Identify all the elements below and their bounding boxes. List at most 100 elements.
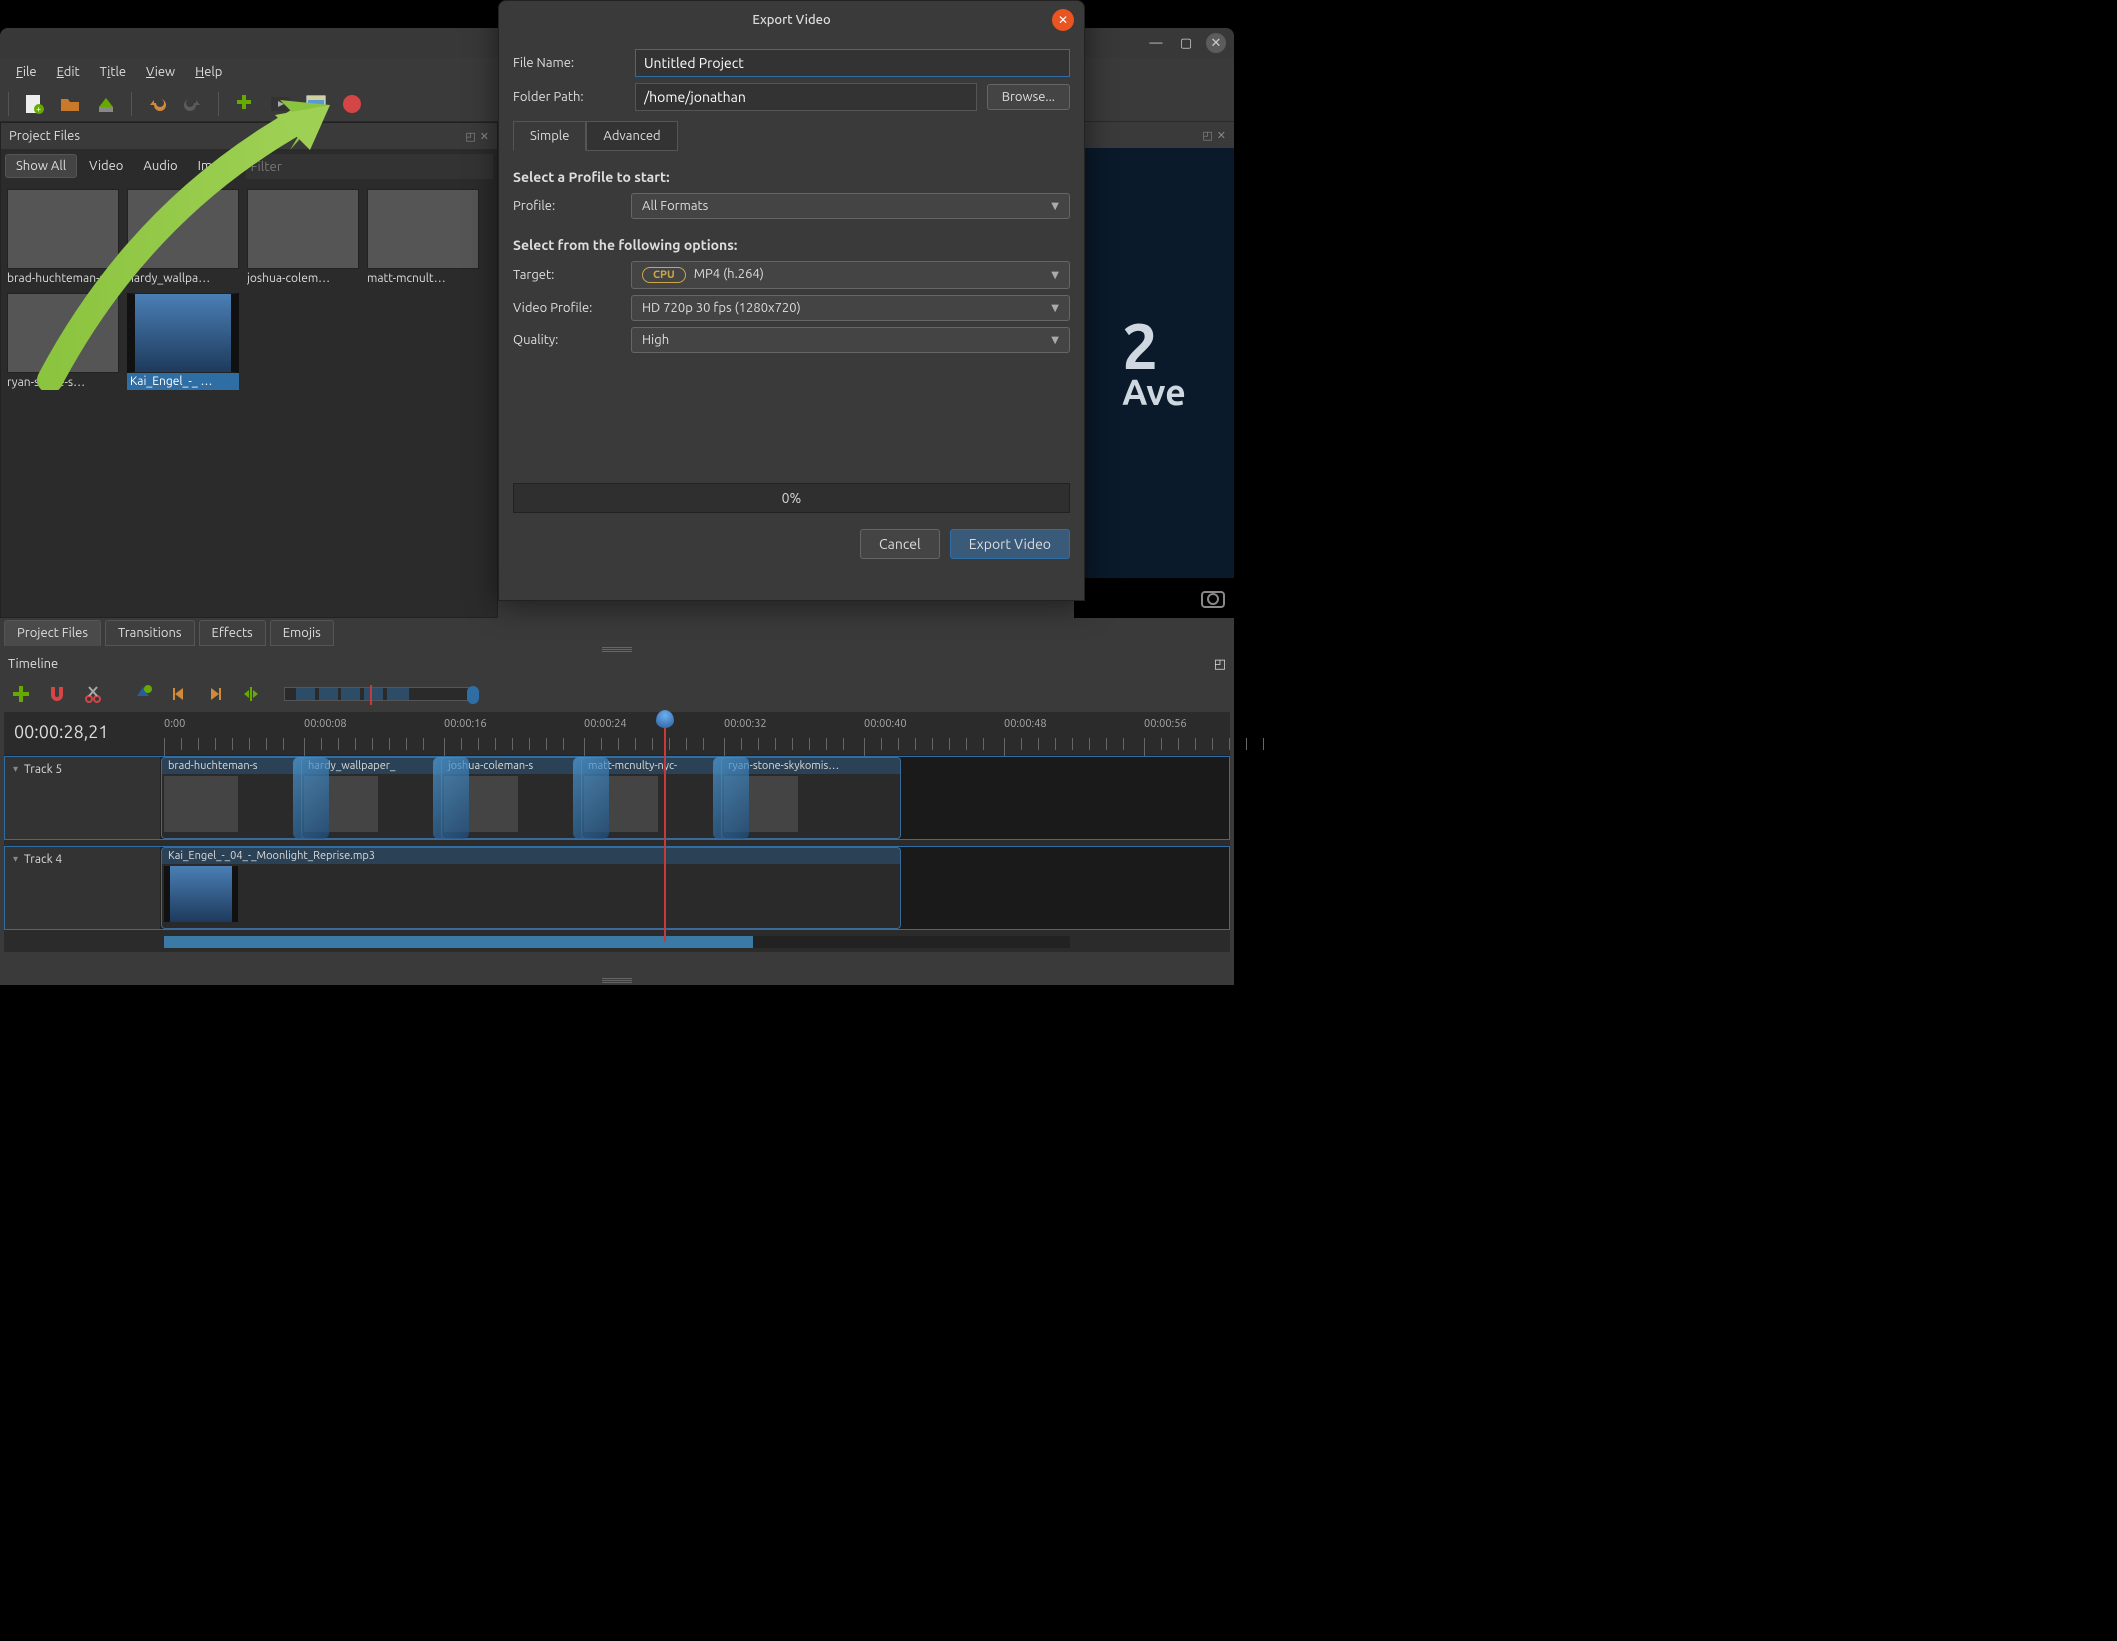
svg-text:+: + <box>36 104 41 114</box>
maximize-button[interactable]: ▢ <box>1176 33 1196 53</box>
menu-help[interactable]: Help <box>187 61 230 83</box>
transition[interactable] <box>293 757 329 839</box>
project-file-item[interactable]: joshua-colem… <box>247 189 359 285</box>
filter-video[interactable]: Video <box>81 155 131 177</box>
menu-view[interactable]: View <box>138 61 183 83</box>
export-video-icon[interactable] <box>341 93 363 115</box>
window-close-button[interactable]: ✕ <box>1206 33 1226 53</box>
video-clip[interactable]: brad-huchteman-s <box>161 757 311 839</box>
add-track-icon[interactable] <box>10 683 32 705</box>
save-project-icon[interactable] <box>95 93 117 115</box>
profile-label: Profile: <box>513 199 631 213</box>
timeline-scrollbar[interactable] <box>164 936 1070 948</box>
timeline-toolbar <box>0 676 1234 712</box>
target-label: Target: <box>513 268 631 282</box>
dialog-title: Export Video <box>752 13 830 27</box>
minimize-button[interactable]: — <box>1146 33 1166 53</box>
tab-effects[interactable]: Effects <box>199 620 266 646</box>
project-file-item[interactable]: ryan-stone-s… <box>7 293 119 390</box>
timeline-splitter[interactable] <box>597 977 637 983</box>
filter-input[interactable] <box>246 154 493 179</box>
video-profile-select[interactable]: HD 720p 30 fps (1280x720)▼ <box>631 295 1070 321</box>
project-file-item[interactable]: brad-huchteman-s... <box>7 189 119 285</box>
menu-file[interactable]: File <box>8 61 45 83</box>
tab-advanced[interactable]: Advanced <box>586 121 677 151</box>
panel-undock-icon[interactable]: ◰ <box>465 130 475 143</box>
project-file-item[interactable]: matt-mcnult… <box>367 189 479 285</box>
tab-transitions[interactable]: Transitions <box>105 620 195 646</box>
prev-marker-icon[interactable] <box>168 683 190 705</box>
next-marker-icon[interactable] <box>204 683 226 705</box>
panel-tabstrip: Project Files Transitions Effects Emojis <box>0 618 498 648</box>
dialog-close-button[interactable]: ✕ <box>1052 9 1074 31</box>
redo-icon[interactable] <box>182 93 204 115</box>
project-file-item[interactable]: hardy_wallpa… <box>127 189 239 285</box>
razor-icon[interactable] <box>82 683 104 705</box>
tab-project-files[interactable]: Project Files <box>4 620 101 646</box>
transition[interactable] <box>713 757 749 839</box>
filter-audio[interactable]: Audio <box>135 155 185 177</box>
new-project-icon[interactable]: + <box>23 93 45 115</box>
transition[interactable] <box>433 757 469 839</box>
thumbnail-image <box>7 293 119 373</box>
menu-title[interactable]: Title <box>92 61 134 83</box>
timeline-title: Timeline <box>8 657 58 671</box>
track-4-content[interactable]: Kai_Engel_-_04_-_Moonlight_Reprise.mp3 <box>161 847 1229 929</box>
thumbnail-caption: ryan-stone-s… <box>7 373 119 389</box>
track-4: ▾Track 4 Kai_Engel_-_04_-_Moonlight_Repr… <box>4 846 1230 930</box>
time-tick-label: 00:00:48 <box>1004 718 1047 730</box>
track-5-label[interactable]: ▾Track 5 <box>5 757 161 839</box>
track-4-label[interactable]: ▾Track 4 <box>5 847 161 929</box>
cancel-button[interactable]: Cancel <box>860 529 940 559</box>
file-name-input[interactable] <box>635 49 1070 77</box>
snap-icon[interactable] <box>46 683 68 705</box>
playhead[interactable] <box>664 712 666 942</box>
panel-close-icon[interactable]: ✕ <box>480 130 489 143</box>
tab-emojis[interactable]: Emojis <box>270 620 334 646</box>
thumbnail-image <box>7 189 119 269</box>
time-tick-label: 00:00:32 <box>724 718 767 730</box>
time-ruler[interactable]: 00:00:28,21 0:0000:00:0800:00:1600:00:24… <box>4 712 1230 756</box>
open-project-icon[interactable] <box>59 93 81 115</box>
time-tick-label: 00:00:08 <box>304 718 347 730</box>
export-video-dialog: Export Video ✕ File Name: Folder Path: B… <box>498 0 1085 601</box>
project-files-filterbar: Show All Video Audio Image <box>1 149 497 183</box>
fullscreen-icon[interactable] <box>305 93 327 115</box>
menu-edit[interactable]: Edit <box>49 61 88 83</box>
chevron-down-icon[interactable]: ▾ <box>13 853 18 865</box>
folder-path-input[interactable] <box>635 83 977 111</box>
browse-button[interactable]: Browse... <box>987 84 1070 110</box>
profile-select[interactable]: All Formats▼ <box>631 193 1070 219</box>
preview-undock-icon[interactable]: ◰ <box>1202 129 1212 142</box>
file-name-label: File Name: <box>513 56 625 70</box>
options-section-title: Select from the following options: <box>513 237 1070 253</box>
undo-icon[interactable] <box>146 93 168 115</box>
filter-image[interactable]: Image <box>190 155 242 177</box>
project-file-item[interactable]: Kai_Engel_-_ … <box>127 293 239 390</box>
thumbnail-image <box>247 189 359 269</box>
tab-simple[interactable]: Simple <box>513 121 586 151</box>
choose-profile-icon[interactable] <box>269 93 291 115</box>
audio-thumb <box>164 866 238 922</box>
audio-clip[interactable]: Kai_Engel_-_04_-_Moonlight_Reprise.mp3 <box>161 847 901 929</box>
chevron-down-icon: ▼ <box>1051 269 1059 281</box>
chevron-down-icon: ▼ <box>1051 334 1059 346</box>
preview-viewport[interactable]: 2Ave <box>1074 148 1234 578</box>
time-tick-label: 00:00:40 <box>864 718 907 730</box>
transition[interactable] <box>573 757 609 839</box>
track-5-content[interactable]: brad-huchteman-shardy_wallpaper_joshua-c… <box>161 757 1229 839</box>
thumbnail-caption: hardy_wallpa… <box>127 269 239 285</box>
filter-show-all[interactable]: Show All <box>5 154 77 178</box>
project-files-title: Project Files <box>9 129 80 143</box>
preview-close-icon[interactable]: ✕ <box>1217 129 1226 142</box>
import-files-icon[interactable] <box>233 93 255 115</box>
timeline-undock-icon[interactable]: ◰ <box>1214 657 1226 671</box>
add-marker-icon[interactable] <box>132 683 154 705</box>
zoom-slider[interactable] <box>284 687 474 701</box>
chevron-down-icon[interactable]: ▾ <box>13 763 18 775</box>
export-video-button[interactable]: Export Video <box>950 529 1070 559</box>
center-playhead-icon[interactable] <box>240 683 262 705</box>
target-select[interactable]: CPUMP4 (h.264)▼ <box>631 261 1070 289</box>
camera-icon[interactable] <box>1200 587 1226 612</box>
quality-select[interactable]: High▼ <box>631 327 1070 353</box>
